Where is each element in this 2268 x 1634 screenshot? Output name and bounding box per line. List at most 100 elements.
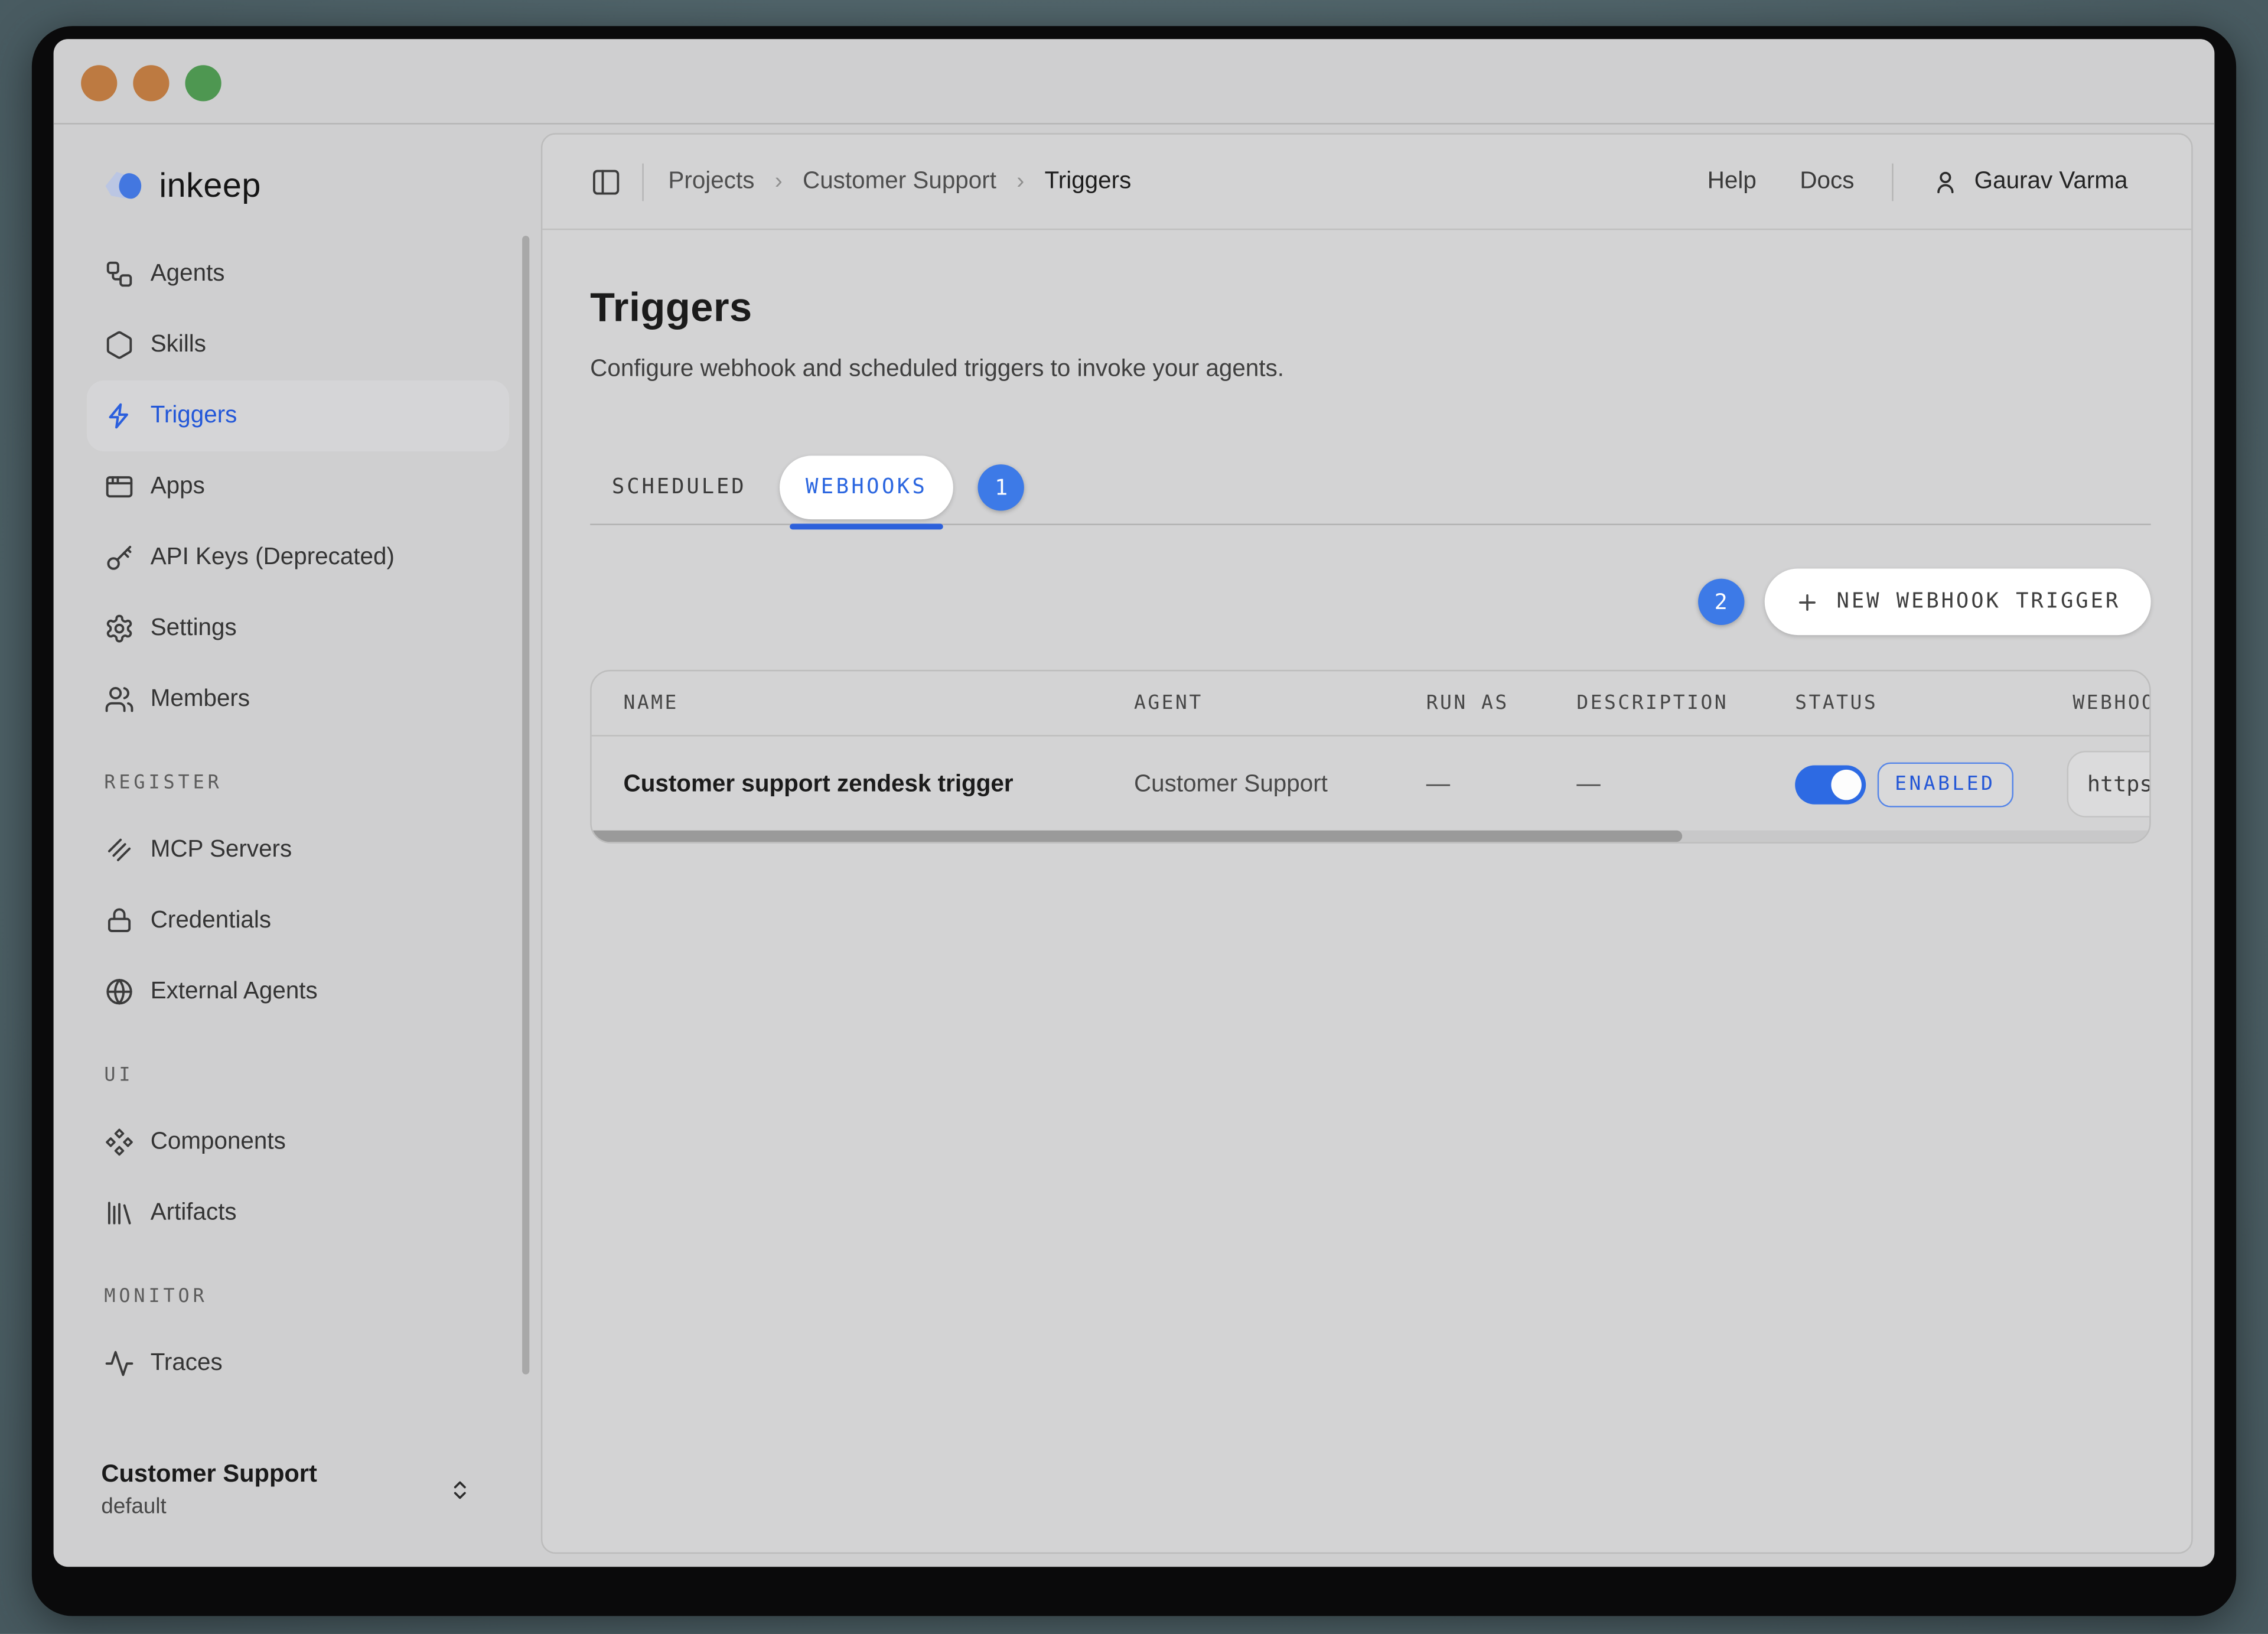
header-actions: Help Docs Gaurav Varma — [1707, 163, 2128, 201]
new-webhook-trigger-button[interactable]: NEW WEBHOOK TRIGGER — [1764, 568, 2151, 635]
plus-icon — [1795, 590, 1820, 614]
sidebar-item-mcp-servers[interactable]: MCP Servers — [87, 815, 509, 886]
tab-scheduled[interactable]: SCHEDULED — [590, 476, 768, 499]
trigger-name-cell: Customer support zendesk trigger — [624, 770, 1134, 798]
zoom-window-button[interactable] — [185, 65, 221, 101]
hexagon-icon — [104, 330, 134, 360]
action-row: 2 NEW WEBHOOK TRIGGER — [590, 568, 2150, 635]
tabs: SCHEDULED WEBHOOKS 1 — [590, 455, 2150, 519]
inkeep-logo-mark-icon — [101, 164, 146, 209]
project-switcher[interactable]: Customer Support default — [101, 1460, 512, 1519]
column-header-description: DESCRIPTION — [1576, 692, 1795, 715]
key-icon — [104, 542, 134, 572]
user-name: Gaurav Varma — [1974, 168, 2128, 196]
screenshot-stage: inkeep Agents — [0, 0, 2268, 1633]
sidebar-item-label: External Agents — [151, 978, 318, 1006]
breadcrumb-projects[interactable]: Projects — [668, 168, 754, 196]
breadcrumb-customer-support[interactable]: Customer Support — [803, 168, 996, 196]
sidebar-nav-primary: Agents Skills — [87, 239, 509, 735]
workflow-icon — [104, 259, 134, 289]
sidebar-item-external-agents[interactable]: External Agents — [87, 956, 509, 1027]
table-header-row: NAME AGENT RUN AS DESCRIPTION STATUS WEB… — [592, 671, 2150, 736]
sidebar-item-apps[interactable]: Apps — [87, 451, 509, 522]
components-icon — [104, 1127, 134, 1157]
annotation-badge-1: 1 — [978, 464, 1024, 510]
annotation-badge-2: 2 — [1697, 579, 1744, 625]
sidebar-item-label: MCP Servers — [151, 836, 292, 864]
sidebar-section-monitor: MONITOR — [104, 1286, 541, 1315]
page-subtitle: Configure webhook and scheduled triggers… — [590, 356, 2150, 383]
trigger-webhook-cell: https — [2073, 737, 2149, 832]
column-header-agent: AGENT — [1134, 692, 1426, 715]
table-horizontal-scrollbar-track — [592, 831, 2150, 842]
header-divider — [1892, 163, 1893, 201]
library-icon — [104, 1198, 134, 1228]
window-controls — [81, 65, 221, 101]
sidebar-item-label: Agents — [151, 261, 225, 288]
sidebar-item-label: API Keys (Deprecated) — [151, 544, 395, 572]
app-window-icon — [104, 471, 134, 502]
sidebar-item-agents[interactable]: Agents — [87, 239, 509, 310]
titlebar — [54, 39, 2215, 124]
tab-webhooks-wrap: WEBHOOKS — [780, 455, 953, 519]
active-tab-underline — [790, 524, 943, 530]
sidebar-scrollbar[interactable] — [522, 236, 529, 1374]
chevrons-up-down-icon — [448, 1478, 471, 1501]
page-header: Projects › Customer Support › Triggers H… — [542, 135, 2191, 230]
help-link[interactable]: Help — [1707, 168, 1757, 196]
sidebar-item-label: Credentials — [151, 907, 271, 935]
sidebar-item-api-keys[interactable]: API Keys (Deprecated) — [87, 522, 509, 593]
lock-icon — [104, 906, 134, 936]
sidebar-item-components[interactable]: Components — [87, 1106, 509, 1177]
breadcrumb: Projects › Customer Support › Triggers — [668, 168, 1131, 196]
sidebar-nav-ui: Components Artifacts — [87, 1106, 509, 1248]
user-menu[interactable]: Gaurav Varma — [1931, 167, 2127, 196]
table-horizontal-scrollbar-thumb[interactable] — [592, 831, 1682, 842]
trigger-agent-cell: Customer Support — [1134, 770, 1426, 798]
sidebar-item-credentials[interactable]: Credentials — [87, 886, 509, 956]
inkeep-logo-text: inkeep — [159, 167, 261, 206]
column-header-name: NAME — [624, 692, 1134, 715]
sidebar-item-traces[interactable]: Traces — [87, 1328, 509, 1399]
docs-link[interactable]: Docs — [1800, 168, 1854, 196]
sidebar-item-label: Triggers — [151, 402, 237, 430]
sidebar-item-members[interactable]: Members — [87, 664, 509, 735]
new-webhook-trigger-label: NEW WEBHOOK TRIGGER — [1837, 590, 2121, 613]
close-window-button[interactable] — [81, 65, 117, 101]
column-header-status: STATUS — [1795, 692, 2073, 715]
sidebar-item-label: Components — [151, 1128, 286, 1156]
table-row[interactable]: Customer support zendesk trigger Custome… — [592, 737, 2150, 832]
trigger-run-as-cell: — — [1426, 770, 1577, 798]
sidebar-toggle-icon[interactable] — [590, 165, 622, 197]
sidebar: inkeep Agents — [54, 125, 541, 1567]
sidebar-section-ui: UI — [104, 1065, 541, 1093]
page-content: Triggers Configure webhook and scheduled… — [542, 230, 2191, 1552]
tab-webhooks[interactable]: WEBHOOKS — [780, 455, 953, 519]
sidebar-item-label: Settings — [151, 615, 237, 643]
triggers-table-card: NAME AGENT RUN AS DESCRIPTION STATUS WEB… — [590, 670, 2150, 844]
sidebar-item-label: Traces — [151, 1350, 223, 1378]
inkeep-logo[interactable]: inkeep — [101, 164, 540, 209]
globe-icon — [104, 977, 134, 1007]
sidebar-item-settings[interactable]: Settings — [87, 593, 509, 664]
status-toggle[interactable] — [1795, 764, 1866, 803]
sidebar-nav-monitor: Traces — [87, 1328, 509, 1399]
main-panel: Projects › Customer Support › Triggers H… — [541, 133, 2193, 1554]
breadcrumb-separator: › — [1016, 168, 1024, 194]
sidebar-item-artifacts[interactable]: Artifacts — [87, 1177, 509, 1248]
zap-icon — [104, 401, 134, 431]
minimize-window-button[interactable] — [133, 65, 169, 101]
header-divider — [642, 163, 643, 201]
sidebar-section-register: REGISTER — [104, 773, 541, 802]
sidebar-item-label: Members — [151, 686, 250, 714]
sidebar-item-triggers[interactable]: Triggers — [87, 380, 509, 451]
breadcrumb-separator: › — [775, 168, 783, 194]
sidebar-item-skills[interactable]: Skills — [87, 310, 509, 380]
trigger-status-cell: ENABLED — [1795, 761, 2073, 806]
user-icon — [1931, 167, 1960, 196]
webhook-url-box[interactable]: https — [2067, 751, 2151, 818]
column-header-webhook: WEBHOO — [2073, 692, 2149, 715]
sidebar-item-label: Artifacts — [151, 1199, 237, 1227]
activity-icon — [104, 1348, 134, 1378]
sidebar-item-label: Skills — [151, 331, 206, 359]
